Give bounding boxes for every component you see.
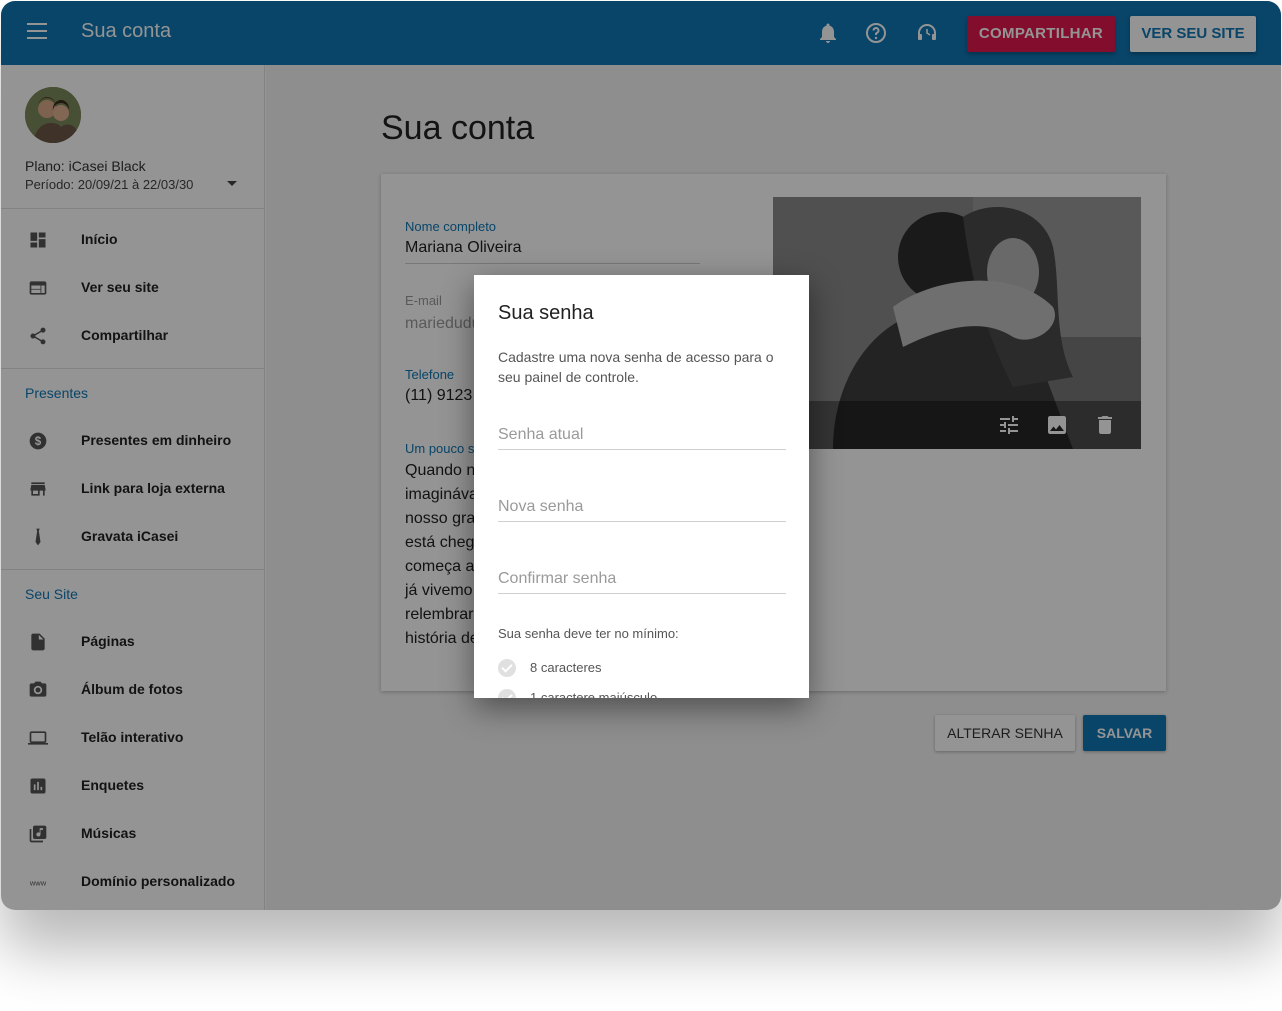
confirm-password-input[interactable]: [498, 564, 786, 594]
new-password-input[interactable]: [498, 492, 786, 522]
current-password-input[interactable]: [498, 420, 786, 450]
password-dialog: Sua senha Cadastre uma nova senha de ace…: [474, 275, 809, 698]
app-window: Sua conta COMPARTILHAR VER SEU SITE Plan…: [1, 1, 1281, 910]
requirement-label: 1 caractere maiúsculo: [530, 690, 658, 698]
check-circle-icon: [498, 659, 516, 677]
requirement-label: 8 caracteres: [530, 660, 602, 675]
dialog-title: Sua senha: [498, 302, 594, 324]
requirements-title: Sua senha deve ter no mínimo:: [498, 626, 679, 641]
dialog-description: Cadastre uma nova senha de acesso para o…: [498, 349, 774, 385]
check-circle-icon: [498, 689, 516, 698]
